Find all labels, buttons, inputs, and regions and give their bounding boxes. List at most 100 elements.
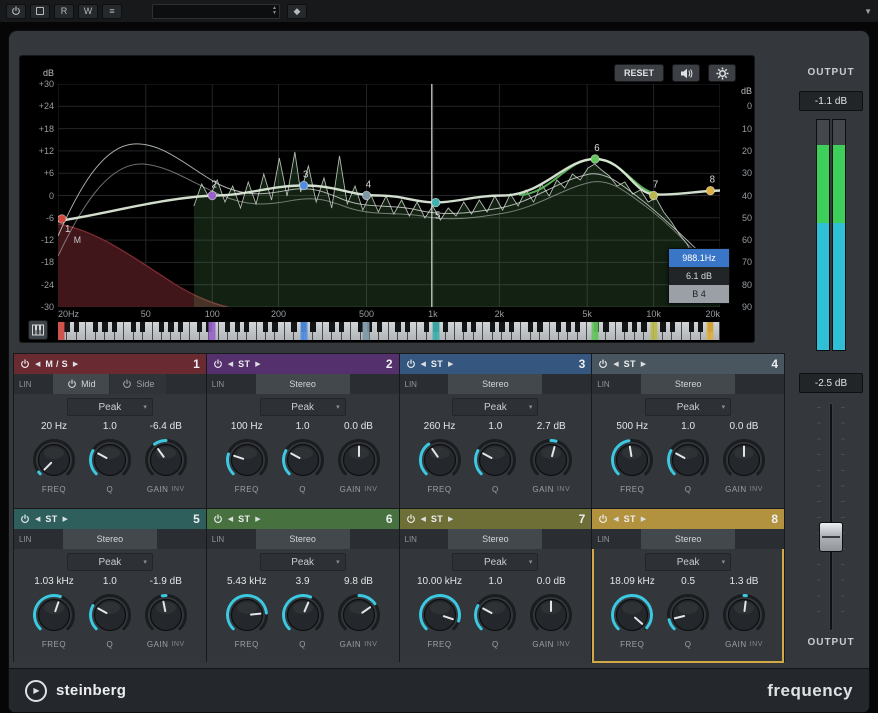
stereo-tab[interactable]: Stereo bbox=[63, 529, 157, 549]
stereo-tab[interactable]: Stereo bbox=[256, 529, 350, 549]
band-power-icon[interactable] bbox=[20, 514, 30, 524]
band-strip-1[interactable]: ◀ M / S ▶ 1 LIN Mid Side Peak▾ bbox=[14, 354, 206, 508]
gain-knob[interactable] bbox=[528, 437, 574, 483]
black-key[interactable] bbox=[566, 322, 571, 332]
linear-phase-button[interactable]: LIN bbox=[14, 529, 40, 549]
prev-filter-arrow-icon[interactable]: ◀ bbox=[228, 360, 233, 368]
black-key[interactable] bbox=[424, 322, 429, 332]
band-strip-2[interactable]: ◀ ST ▶ 2 LIN Stereo Peak▾ 100 Hz bbox=[207, 354, 399, 508]
black-key[interactable] bbox=[603, 322, 608, 332]
stereo-tab[interactable]: Stereo bbox=[641, 529, 735, 549]
band-power-icon[interactable] bbox=[406, 359, 416, 369]
gain-knob[interactable] bbox=[336, 592, 382, 638]
stereo-tab[interactable]: Stereo bbox=[256, 374, 350, 394]
stereo-tab[interactable]: Stereo bbox=[448, 529, 542, 549]
band-mode-label[interactable]: ST bbox=[238, 514, 250, 524]
q-knob[interactable] bbox=[87, 592, 133, 638]
band-mode-label[interactable]: ST bbox=[624, 514, 636, 524]
keyboard-toggle-button[interactable] bbox=[28, 320, 48, 340]
freq-knob[interactable] bbox=[609, 437, 655, 483]
black-key[interactable] bbox=[112, 322, 117, 332]
black-key[interactable] bbox=[140, 322, 145, 332]
black-key[interactable] bbox=[64, 322, 69, 332]
next-filter-arrow-icon[interactable]: ▶ bbox=[641, 515, 646, 523]
prev-filter-arrow-icon[interactable]: ◀ bbox=[613, 360, 618, 368]
band-power-icon[interactable] bbox=[20, 359, 30, 369]
q-knob[interactable] bbox=[472, 592, 518, 638]
black-key[interactable] bbox=[622, 322, 627, 332]
black-key[interactable] bbox=[689, 322, 694, 332]
band-handle-5[interactable] bbox=[432, 198, 440, 207]
black-key[interactable] bbox=[405, 322, 410, 332]
invert-phase-toggle[interactable]: INV bbox=[557, 486, 570, 493]
black-key[interactable] bbox=[377, 322, 382, 332]
activate-plugin-button[interactable] bbox=[6, 4, 26, 19]
q-knob[interactable] bbox=[280, 592, 326, 638]
linear-phase-button[interactable]: LIN bbox=[207, 529, 233, 549]
black-key[interactable] bbox=[660, 322, 665, 332]
settings-button[interactable] bbox=[708, 64, 736, 82]
next-filter-arrow-icon[interactable]: ▶ bbox=[63, 515, 68, 523]
black-key[interactable] bbox=[556, 322, 561, 332]
black-key[interactable] bbox=[632, 322, 637, 332]
black-key[interactable] bbox=[329, 322, 334, 332]
black-key[interactable] bbox=[471, 322, 476, 332]
gain-knob[interactable] bbox=[336, 437, 382, 483]
linear-phase-button[interactable]: LIN bbox=[592, 374, 618, 394]
band-power-icon[interactable] bbox=[598, 514, 608, 524]
freq-knob[interactable] bbox=[31, 437, 77, 483]
band-mode-label[interactable]: ST bbox=[431, 359, 443, 369]
band-handle-8[interactable] bbox=[706, 186, 714, 195]
black-key[interactable] bbox=[131, 322, 136, 332]
black-key[interactable] bbox=[490, 322, 495, 332]
invert-phase-toggle[interactable]: INV bbox=[750, 486, 763, 493]
keyboard-strip[interactable] bbox=[58, 322, 720, 340]
band-strip-7[interactable]: ◀ ST ▶ 7 LIN Stereo Peak▾ 10.00 kHz bbox=[400, 509, 592, 663]
next-filter-arrow-icon[interactable]: ▶ bbox=[448, 515, 453, 523]
next-filter-arrow-icon[interactable]: ▶ bbox=[641, 360, 646, 368]
read-automation-button[interactable]: R bbox=[54, 4, 74, 19]
band-power-icon[interactable] bbox=[598, 359, 608, 369]
stereo-tab[interactable]: Stereo bbox=[448, 374, 542, 394]
prev-filter-arrow-icon[interactable]: ◀ bbox=[35, 360, 40, 368]
filter-type-dropdown[interactable]: Peak▾ bbox=[452, 553, 538, 571]
bypass-button[interactable] bbox=[30, 4, 50, 19]
side-tab[interactable]: Side bbox=[110, 374, 166, 394]
gain-knob[interactable] bbox=[143, 592, 189, 638]
band-handle-3[interactable] bbox=[300, 181, 308, 190]
preset-management-button[interactable]: ◆ bbox=[287, 4, 307, 19]
black-key[interactable] bbox=[575, 322, 580, 332]
functions-menu-button[interactable]: ≡ bbox=[102, 4, 122, 19]
black-key[interactable] bbox=[244, 322, 249, 332]
filter-type-dropdown[interactable]: Peak▾ bbox=[67, 398, 153, 416]
linear-phase-button[interactable]: LIN bbox=[207, 374, 233, 394]
black-key[interactable] bbox=[197, 322, 202, 332]
freq-knob[interactable] bbox=[417, 437, 463, 483]
band-strip-3[interactable]: ◀ ST ▶ 3 LIN Stereo Peak▾ 260 Hz bbox=[400, 354, 592, 508]
prev-filter-arrow-icon[interactable]: ◀ bbox=[613, 515, 618, 523]
black-key[interactable] bbox=[102, 322, 107, 332]
filter-type-dropdown[interactable]: Peak▾ bbox=[67, 553, 153, 571]
black-key[interactable] bbox=[641, 322, 646, 332]
linear-phase-button[interactable]: LIN bbox=[592, 529, 618, 549]
band-handle-6[interactable] bbox=[591, 155, 599, 164]
invert-phase-toggle[interactable]: INV bbox=[171, 641, 184, 648]
q-knob[interactable] bbox=[665, 592, 711, 638]
invert-phase-toggle[interactable]: INV bbox=[364, 486, 377, 493]
gain-knob[interactable] bbox=[528, 592, 574, 638]
black-key[interactable] bbox=[395, 322, 400, 332]
black-key[interactable] bbox=[670, 322, 675, 332]
prev-filter-arrow-icon[interactable]: ◀ bbox=[35, 515, 40, 523]
gain-knob[interactable] bbox=[143, 437, 189, 483]
black-key[interactable] bbox=[310, 322, 315, 332]
filter-type-dropdown[interactable]: Peak▾ bbox=[260, 553, 346, 571]
black-key[interactable] bbox=[225, 322, 230, 332]
black-key[interactable] bbox=[74, 322, 79, 332]
band-strip-8[interactable]: ◀ ST ▶ 8 LIN Stereo Peak▾ 18.09 kHz bbox=[592, 509, 784, 663]
prev-filter-arrow-icon[interactable]: ◀ bbox=[421, 360, 426, 368]
q-knob[interactable] bbox=[280, 437, 326, 483]
black-key[interactable] bbox=[178, 322, 183, 332]
next-filter-arrow-icon[interactable]: ▶ bbox=[255, 360, 260, 368]
fader-handle[interactable] bbox=[819, 522, 843, 552]
linear-phase-button[interactable]: LIN bbox=[14, 374, 40, 394]
